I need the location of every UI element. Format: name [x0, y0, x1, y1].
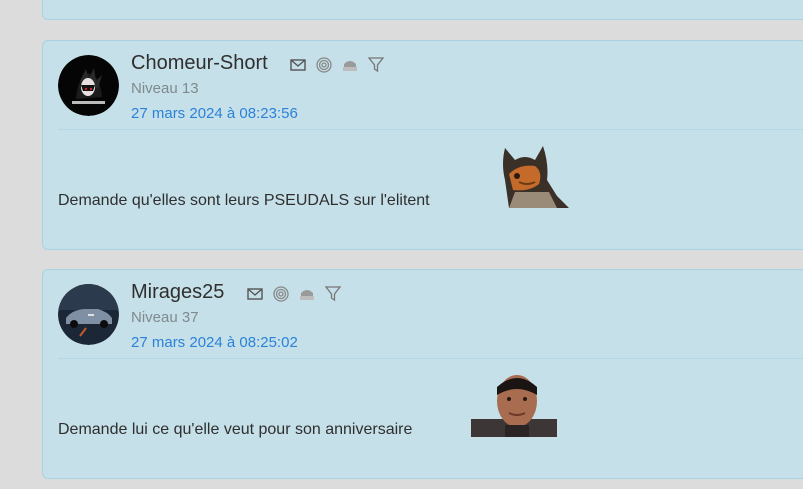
filter-icon[interactable]: [324, 285, 342, 303]
user-level: Niveau 13: [131, 80, 199, 97]
user-action-icons: [246, 284, 342, 304]
mail-icon[interactable]: [246, 285, 264, 303]
badge-icon[interactable]: [341, 56, 359, 74]
post-date-link[interactable]: 27 mars 2024 à 08:23:56: [131, 105, 298, 122]
post-message: Demande lui ce qu'elle veut pour son ann…: [58, 421, 413, 438]
owl-sticker: [503, 146, 569, 208]
previous-post: [42, 0, 803, 20]
spiral-icon[interactable]: [315, 56, 333, 74]
post-date-link[interactable]: 27 mars 2024 à 08:25:02: [131, 334, 298, 351]
spiral-icon[interactable]: [272, 285, 290, 303]
man-face-sticker: [471, 375, 557, 437]
username[interactable]: Mirages25: [131, 281, 224, 304]
forum-post: Chomeur-Short Niveau 13 27 mars 2024 à 0…: [42, 40, 803, 250]
divider: [58, 358, 803, 359]
filter-icon[interactable]: [367, 56, 385, 74]
user-level: Niveau 37: [131, 309, 199, 326]
badge-icon[interactable]: [298, 285, 316, 303]
avatar[interactable]: [58, 55, 119, 116]
divider: [58, 129, 803, 130]
user-action-icons: [289, 55, 385, 75]
avatar[interactable]: [58, 284, 119, 345]
post-message: Demande qu'elles sont leurs PSEUDALS sur…: [58, 192, 430, 209]
username[interactable]: Chomeur-Short: [131, 52, 268, 75]
mail-icon[interactable]: [289, 56, 307, 74]
forum-post: Mirages25 Niveau 37 27 mars 2024 à 08:25…: [42, 269, 803, 479]
